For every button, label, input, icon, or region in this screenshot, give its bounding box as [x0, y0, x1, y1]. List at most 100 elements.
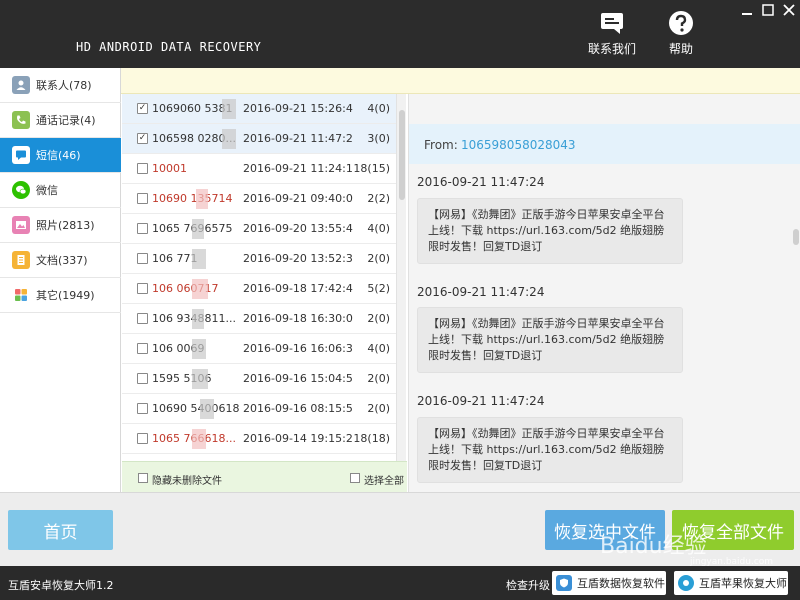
- row-checkbox[interactable]: [137, 343, 148, 354]
- message-date: 2016-09-21 11:47:2: [243, 132, 353, 145]
- message-count: 2(0): [367, 372, 390, 385]
- message-count: 18(15): [353, 162, 390, 175]
- sender-number: 10001: [152, 162, 187, 175]
- sidebar-item-label: 通话记录(4): [36, 114, 96, 127]
- message-date: 2016-09-16 08:15:5: [243, 402, 353, 415]
- sidebar-item-documents[interactable]: 文档(337): [0, 243, 121, 278]
- redaction-blur: [192, 279, 208, 299]
- row-checkbox[interactable]: [137, 313, 148, 324]
- recover-selected-button[interactable]: 恢复选中文件: [545, 510, 665, 550]
- message-row[interactable]: 10690 5400618 2016-09-16 08:15:5 2(0): [122, 394, 396, 424]
- scrollbar-thumb[interactable]: [399, 110, 405, 200]
- row-checkbox[interactable]: ✓: [137, 103, 148, 114]
- home-button[interactable]: 首页: [8, 510, 113, 550]
- sidebar-item-wechat[interactable]: 微信: [0, 173, 121, 208]
- message-row[interactable]: ✓ 1069060 5381 2016-09-21 15:26:4 4(0): [122, 94, 396, 124]
- message-list-scrollbar[interactable]: [396, 94, 406, 461]
- sidebar-item-call-log[interactable]: 通话记录(4): [0, 103, 121, 138]
- apple-recovery-label: 互盾苹果恢复大师: [699, 577, 787, 590]
- message-detail-panel: From: 106598058028043 2016-09-21 11:47:2…: [408, 94, 800, 492]
- sidebar-item-label: 联系人(78): [36, 79, 92, 92]
- sidebar-item-label: 短信(46): [36, 149, 81, 162]
- message-date: 2016-09-14 19:15:2: [243, 432, 353, 445]
- message-count: 2(0): [367, 312, 390, 325]
- maximize-icon[interactable]: [761, 4, 775, 16]
- message-row[interactable]: 10001 2016-09-21 11:24:1 18(15): [122, 154, 396, 184]
- shield-icon: [556, 575, 572, 591]
- message-row[interactable]: 106 060717 2016-09-18 17:42:4 5(2): [122, 274, 396, 304]
- contact-us-button[interactable]: 联系我们: [582, 10, 642, 60]
- apple-recovery-icon: [678, 575, 694, 591]
- redaction-blur: [192, 249, 206, 269]
- message-count: 4(0): [367, 222, 390, 235]
- message-row[interactable]: 1065 7696575 2016-09-20 13:55:4 4(0): [122, 214, 396, 244]
- row-checkbox[interactable]: ✓: [137, 133, 148, 144]
- redaction-blur: [222, 99, 236, 119]
- sms-icon: [12, 146, 30, 164]
- message-row[interactable]: 1595 5106 2016-09-16 15:04:5 2(0): [122, 364, 396, 394]
- action-bar: 首页 恢复选中文件 恢复全部文件: [0, 492, 800, 566]
- redaction-blur: [192, 429, 206, 449]
- help-button[interactable]: 帮助: [651, 10, 711, 60]
- row-checkbox[interactable]: [137, 373, 148, 384]
- sender-number: 106598058028043: [461, 138, 576, 152]
- message-bubble: 【网易】《劲舞团》正版手游今日苹果安卓全平台上线！下载 https://url.…: [417, 307, 683, 373]
- redaction-blur: [222, 129, 236, 149]
- message-date: 2016-09-18 17:42:4: [243, 282, 353, 295]
- close-icon[interactable]: [782, 4, 796, 16]
- detail-scrollbar[interactable]: [792, 94, 800, 492]
- message-row[interactable]: 1065 766618... 2016-09-14 19:15:2 18(18): [122, 424, 396, 454]
- redaction-blur: [192, 219, 204, 239]
- sidebar-item-sms[interactable]: 短信(46): [0, 138, 121, 173]
- sidebar-item-label: 文档(337): [36, 254, 88, 267]
- message-time: 2016-09-21 11:47:24: [417, 175, 545, 189]
- message-row[interactable]: ✓ 106598 0280... 2016-09-21 11:47:2 3(0): [122, 124, 396, 154]
- status-bar: 互盾安卓恢复大师1.2 检查升级 互盾数据恢复软件 互盾苹果恢复大师: [0, 566, 800, 600]
- help-label: 帮助: [668, 42, 693, 56]
- other-icon: [12, 286, 30, 304]
- message-time: 2016-09-21 11:47:24: [417, 394, 545, 408]
- notice-bar: [121, 68, 800, 94]
- message-date: 2016-09-20 13:55:4: [243, 222, 353, 235]
- hide-deleted-checkbox[interactable]: [138, 473, 148, 483]
- message-row[interactable]: 106 771 2016-09-20 13:52:3 2(0): [122, 244, 396, 274]
- message-row[interactable]: 106 0069 2016-09-16 16:06:3 4(0): [122, 334, 396, 364]
- message-date: 2016-09-18 16:30:0: [243, 312, 353, 325]
- message-list: ✓ 1069060 5381 2016-09-21 15:26:4 4(0) ✓ 1065…: [122, 94, 408, 461]
- minimize-icon[interactable]: [740, 4, 754, 16]
- app-title: HD ANDROID DATA RECOVERY: [76, 40, 262, 54]
- recover-all-button[interactable]: 恢复全部文件: [672, 510, 794, 550]
- message-count: 3(0): [367, 132, 390, 145]
- check-update-link[interactable]: 检查升级: [506, 577, 550, 593]
- row-checkbox[interactable]: [137, 193, 148, 204]
- row-checkbox[interactable]: [137, 223, 148, 234]
- scrollbar-thumb[interactable]: [793, 229, 799, 245]
- contact-us-label: 联系我们: [587, 42, 636, 56]
- row-checkbox[interactable]: [137, 283, 148, 294]
- contacts-icon: [12, 76, 30, 94]
- sidebar-item-photos[interactable]: 照片(2813): [0, 208, 121, 243]
- message-date: 2016-09-21 09:40:0: [243, 192, 353, 205]
- message-row[interactable]: 106 9348811... 2016-09-18 16:30:0 2(0): [122, 304, 396, 334]
- data-recovery-software-button[interactable]: 互盾数据恢复软件: [552, 571, 666, 595]
- sender-bar: From: 106598058028043: [409, 124, 800, 164]
- sidebar-item-contacts[interactable]: 联系人(78): [0, 68, 121, 103]
- row-checkbox[interactable]: [137, 403, 148, 414]
- message-bubble: 【网易】《劲舞团》正版手游今日苹果安卓全平台上线！下载 https://url.…: [417, 198, 683, 264]
- message-list-footer: 隐藏未删除文件 选择全部: [122, 461, 407, 492]
- sidebar-item-other[interactable]: 其它(1949): [0, 278, 121, 313]
- sidebar-item-label: 微信: [36, 184, 58, 197]
- row-checkbox[interactable]: [137, 163, 148, 174]
- hide-deleted-label: 隐藏未删除文件: [152, 476, 222, 487]
- message-row[interactable]: 10690 135714 2016-09-21 09:40:0 2(2): [122, 184, 396, 214]
- row-checkbox[interactable]: [137, 253, 148, 264]
- message-bubble: 【网易】《劲舞团》正版手游今日苹果安卓全平台上线！下载 https://url.…: [417, 417, 683, 483]
- select-all-checkbox[interactable]: [350, 473, 360, 483]
- message-date: 2016-09-21 15:26:4: [243, 102, 353, 115]
- apple-recovery-button[interactable]: 互盾苹果恢复大师: [674, 571, 788, 595]
- sidebar-item-label: 其它(1949): [36, 289, 95, 302]
- row-checkbox[interactable]: [137, 433, 148, 444]
- sender-number: 10690 5400618: [152, 402, 240, 415]
- select-all-label: 选择全部: [364, 476, 404, 487]
- message-count: 4(0): [367, 102, 390, 115]
